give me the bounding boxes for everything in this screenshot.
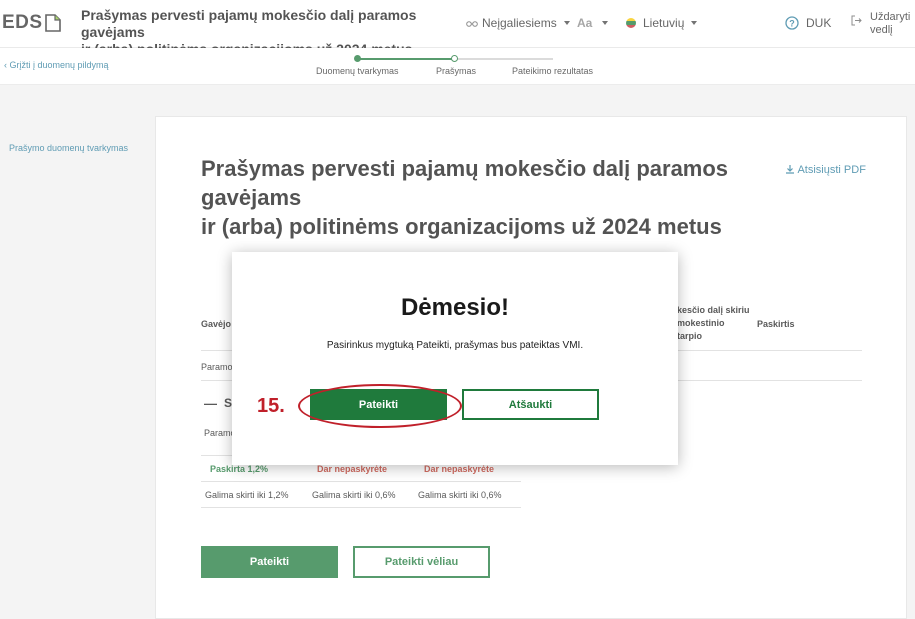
- step-number-annotation: 15.: [257, 395, 285, 417]
- dialog-title: Dėmesio!: [400, 294, 510, 321]
- highlight-ring: [298, 384, 462, 428]
- dialog-message: Pasirinkus mygtuką Pateikti, prašymas bu…: [326, 340, 584, 351]
- dialog-cancel-button[interactable]: Atšaukti: [462, 389, 599, 420]
- confirm-dialog: Dėmesio! Pasirinkus mygtuką Pateikti, pr…: [232, 252, 678, 465]
